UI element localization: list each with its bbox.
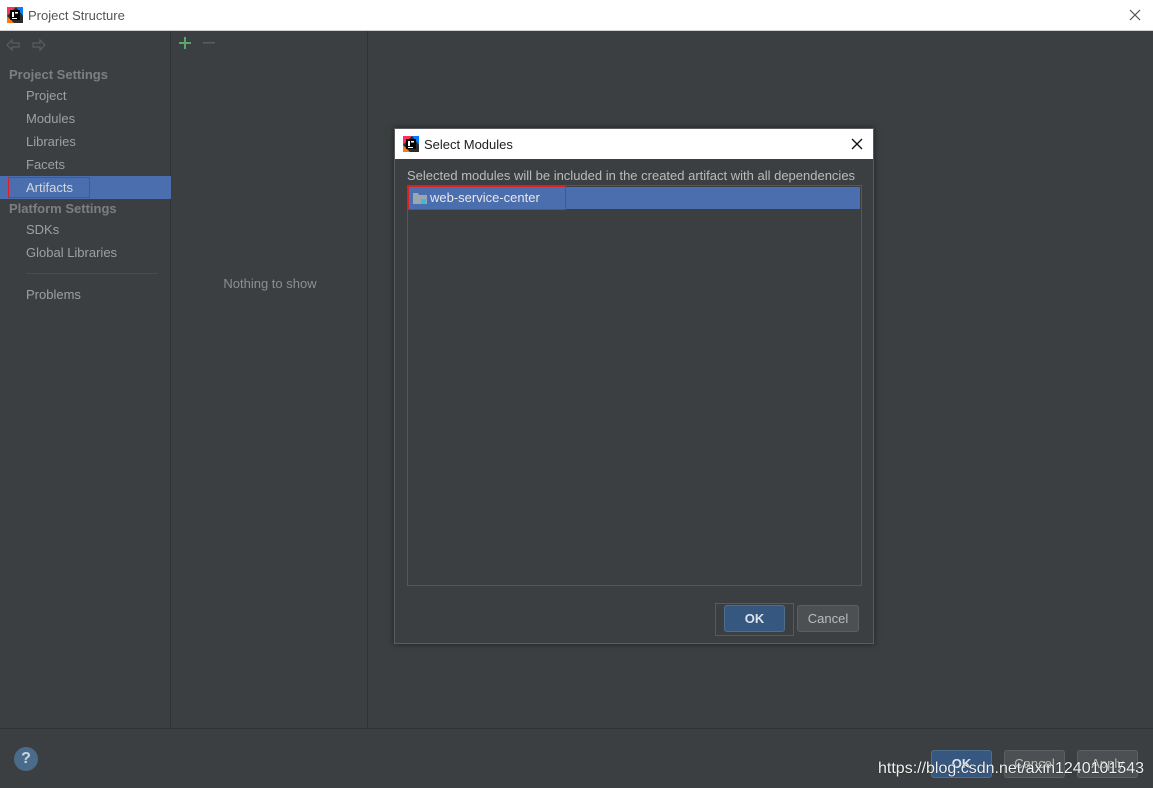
dialog-cancel-button[interactable]: Cancel <box>797 605 859 632</box>
dialog-title: Select Modules <box>424 137 513 152</box>
sidebar-item-facets[interactable]: Facets <box>0 153 171 176</box>
dialog-title-bar: Select Modules <box>395 129 873 159</box>
platform-settings-header: Platform Settings <box>9 201 117 216</box>
settings-sidebar: Project Settings Project Modules Librari… <box>0 31 171 728</box>
add-icon[interactable] <box>177 35 193 51</box>
window-title-bar: Project Structure <box>0 0 1153 31</box>
modules-list: web-service-center <box>407 185 862 586</box>
highlight-box <box>408 186 566 210</box>
highlight-box <box>715 603 794 636</box>
help-icon[interactable]: ? <box>14 747 38 771</box>
sidebar-item-project[interactable]: Project <box>0 84 171 107</box>
sidebar-item-modules[interactable]: Modules <box>0 107 171 130</box>
sidebar-item-global-libraries[interactable]: Global Libraries <box>0 241 171 264</box>
highlight-box <box>8 177 90 198</box>
sidebar-item-libraries[interactable]: Libraries <box>0 130 171 153</box>
watermark-url: https://blog.csdn.net/axin1240101543 <box>878 760 1144 777</box>
sidebar-divider <box>26 273 158 274</box>
back-arrow-icon[interactable] <box>6 38 20 52</box>
empty-state-text: Nothing to show <box>223 276 317 291</box>
project-settings-header: Project Settings <box>9 67 108 82</box>
intellij-logo-icon <box>7 7 23 23</box>
sidebar-item-sdks[interactable]: SDKs <box>0 218 171 241</box>
close-icon[interactable] <box>1125 5 1145 25</box>
history-navigation <box>6 38 54 52</box>
dialog-message: Selected modules will be included in the… <box>407 168 856 183</box>
intellij-logo-icon <box>403 136 419 152</box>
sidebar-item-problems[interactable]: Problems <box>0 283 171 306</box>
footer-bar: ? OK Cancel Apply https://blog.csdn.net/… <box>0 728 1153 788</box>
forward-arrow-icon[interactable] <box>32 38 46 52</box>
window-title: Project Structure <box>28 8 125 23</box>
artifacts-list-panel: Nothing to show <box>172 31 368 728</box>
select-modules-dialog: Select Modules Selected modules will be … <box>394 128 874 644</box>
remove-icon[interactable] <box>201 35 217 51</box>
dialog-close-icon[interactable] <box>847 134 867 154</box>
